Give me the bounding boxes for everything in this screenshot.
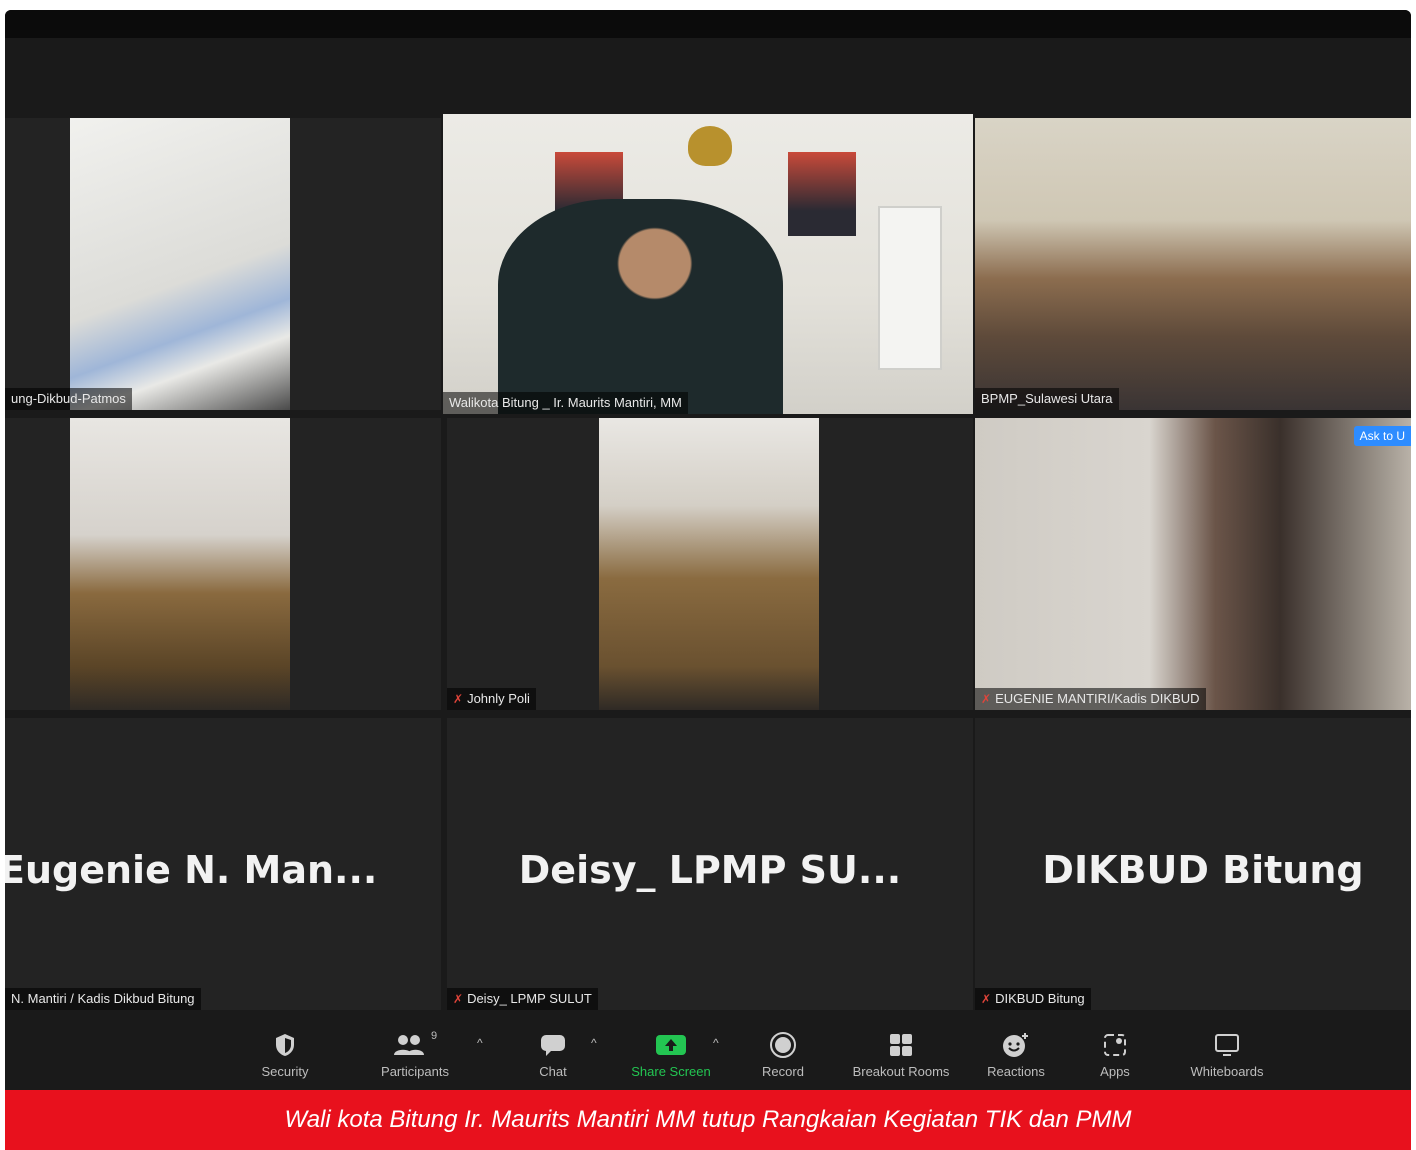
participants-count: 9 [430,1030,438,1042]
news-caption: Wali kota Bitung Ir. Maurits Mantiri MM … [5,1090,1411,1150]
mic-muted-icon: ✗ [981,692,992,706]
video-feed [70,418,290,710]
video-tile-4[interactable] [5,418,441,710]
share-screen-button[interactable]: Share Screen [623,1030,719,1079]
participant-name: N. Mantiri / Kadis Dikbud Bitung [5,988,201,1010]
mic-muted-icon: ✗ [453,692,464,706]
video-feed [975,118,1411,410]
video-tile-5[interactable]: ✗ Johnly Poli [447,418,973,710]
participant-name: ✗ DIKBUD Bitung [975,988,1091,1010]
meeting-toolbar: Security 9 Participants ^ Chat ^ Share S… [5,1020,1411,1090]
apps-button[interactable]: Apps [1087,1030,1143,1079]
participants-label: Participants [381,1064,449,1079]
participant-name: BPMP_Sulawesi Utara [975,388,1119,410]
video-feed [599,418,819,710]
participants-icon [393,1035,424,1055]
whiteboard-icon [1215,1034,1239,1056]
whiteboards-label: Whiteboards [1190,1064,1264,1079]
breakout-rooms-icon [890,1034,912,1056]
name-tile-7[interactable]: Eugenie N. Man... N. Mantiri / Kadis Dik… [5,718,441,1010]
breakout-rooms-label: Breakout Rooms [852,1064,950,1079]
video-feed [975,418,1411,710]
share-screen-label: Share Screen [631,1064,711,1079]
chat-button[interactable]: Chat [523,1030,583,1079]
zoom-window: ung-Dikbud-Patmos Walikota Bitung _ Ir. … [5,10,1411,1090]
participant-name: ung-Dikbud-Patmos [5,388,132,410]
participant-name: Walikota Bitung _ Ir. Maurits Mantiri, M… [443,392,688,414]
apps-icon [1104,1034,1126,1056]
record-button[interactable]: Record [753,1030,813,1079]
window-top-bar [5,10,1411,38]
apps-label: Apps [1100,1064,1130,1079]
speaker-figure [498,199,783,414]
reactions-button[interactable]: Reactions [980,1030,1052,1079]
garuda-emblem [688,126,732,166]
mic-muted-icon: ✗ [981,992,992,1006]
security-label: Security [261,1064,309,1079]
chat-bubble-icon [541,1035,565,1056]
participant-name: ✗ EUGENIE MANTIRI/Kadis DIKBUD [975,688,1206,710]
video-tile-6[interactable]: Ask to U ✗ EUGENIE MANTIRI/Kadis DIKBUD [975,418,1411,710]
reactions-label: Reactions [987,1064,1045,1079]
chat-options-chevron-up-icon[interactable]: ^ [591,1036,597,1050]
participant-display-name: Deisy_ LPMP SU... [518,848,902,892]
record-icon [770,1032,796,1058]
whiteboards-button[interactable]: Whiteboards [1177,1030,1277,1079]
video-feed [443,114,973,414]
record-label: Record [762,1064,804,1079]
shield-icon [276,1034,294,1056]
breakout-rooms-button[interactable]: Breakout Rooms [843,1030,959,1079]
mic-muted-icon: ✗ [453,992,464,1006]
reactions-smiley-icon [1003,1033,1028,1057]
participant-display-name: DIKBUD Bitung [1042,848,1364,892]
participants-options-chevron-up-icon[interactable]: ^ [477,1036,483,1050]
video-feed [70,118,290,410]
participant-name: ✗ Johnly Poli [447,688,536,710]
video-tile-3[interactable]: BPMP_Sulawesi Utara [975,118,1411,410]
chat-label: Chat [539,1064,567,1079]
share-screen-icon [656,1035,686,1055]
name-tile-8[interactable]: Deisy_ LPMP SU... ✗ Deisy_ LPMP SULUT [447,718,973,1010]
security-button[interactable]: Security [250,1030,320,1079]
name-tile-9[interactable]: DIKBUD Bitung ✗ DIKBUD Bitung [975,718,1411,1010]
portrait-right [788,152,856,236]
participant-name: ✗ Deisy_ LPMP SULUT [447,988,598,1010]
ask-to-unmute-button[interactable]: Ask to U [1353,426,1411,446]
video-tile-active-speaker[interactable]: Walikota Bitung _ Ir. Maurits Mantiri, M… [443,114,973,414]
video-tile-1[interactable]: ung-Dikbud-Patmos [5,118,441,410]
participant-display-name: Eugenie N. Man... [5,848,378,892]
share-options-chevron-up-icon[interactable]: ^ [713,1036,719,1050]
bookshelf [878,206,942,370]
participants-button[interactable]: 9 Participants [370,1030,460,1079]
